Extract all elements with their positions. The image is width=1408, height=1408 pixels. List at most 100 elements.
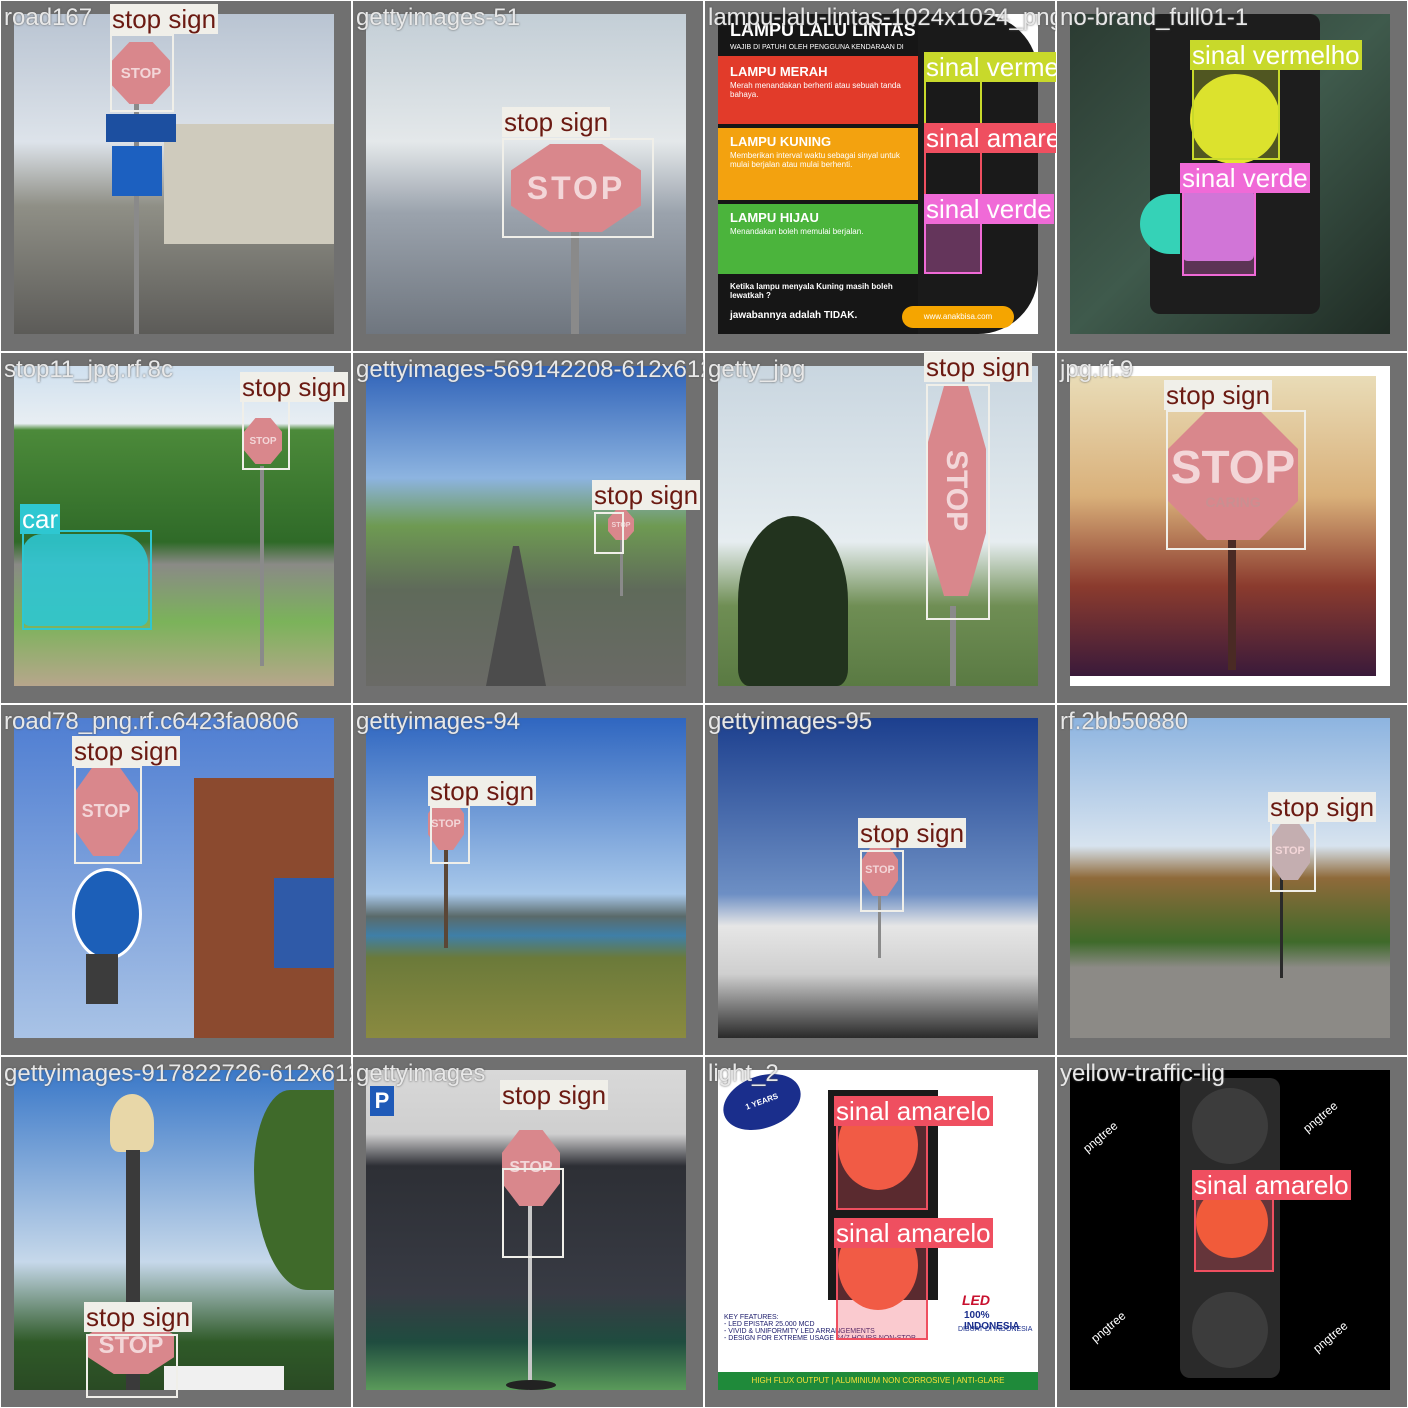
tile-title: road78_png.rf.c6423fa0806 bbox=[4, 708, 299, 735]
tile-title: stop11_jpg.rf.8c bbox=[4, 356, 173, 383]
tile-image: STOP bbox=[14, 14, 334, 334]
poster-url: www.anakbisa.com bbox=[902, 306, 1014, 328]
tile-title: getty_jpg bbox=[708, 356, 806, 383]
bbox-label: stop sign bbox=[858, 818, 967, 848]
bbox-label: stop sign bbox=[500, 1080, 609, 1110]
bottom-light bbox=[1192, 1292, 1268, 1368]
tile-gettyimages-569142208[interactable]: STOP stop sign gettyimages-569142208-612… bbox=[352, 352, 704, 704]
sign-base bbox=[506, 1380, 556, 1390]
bbox-stop-sign bbox=[502, 138, 654, 238]
bbox-sinal-amarelo bbox=[1194, 1192, 1274, 1272]
tile-title: gettyimages bbox=[356, 1060, 486, 1087]
tile-stop11[interactable]: STOP stop sign car stop11_jpg.rf.8c bbox=[0, 352, 352, 704]
bbox-label: stop sign bbox=[84, 1302, 193, 1332]
bbox-stop-sign bbox=[926, 384, 990, 620]
bbox-label: sinal vermelho bbox=[1190, 40, 1362, 70]
tile-stop-caring[interactable]: STOP CARING stop sign jpg.rf.9 bbox=[1056, 352, 1408, 704]
brand-logo: LED bbox=[962, 1292, 990, 1308]
watermark: pngtree bbox=[1300, 1098, 1341, 1136]
sign-plate bbox=[86, 954, 118, 1004]
tile-title: road167 bbox=[4, 4, 93, 31]
bbox-label: stop sign bbox=[428, 776, 537, 806]
bbox-label: sinal amarelo bbox=[1192, 1170, 1351, 1200]
bbox-label: stop sign bbox=[502, 107, 611, 137]
green-section: LAMPU HIJAU Menandakan boleh memulai ber… bbox=[718, 204, 918, 274]
tile-lampu-lalu-lintas[interactable]: LAMPU LALU LINTAS WAJIB DI PATUHI OLEH P… bbox=[704, 0, 1056, 352]
bbox-stop-sign bbox=[74, 766, 142, 864]
top-light bbox=[1192, 1088, 1268, 1164]
arrow-sign bbox=[72, 868, 142, 960]
footer-bar: HIGH FLUX OUTPUT | ALUMINIUM NON CORROSI… bbox=[718, 1372, 1038, 1390]
detection-mosaic: STOP stop sign road167 STOP stop sign ge… bbox=[0, 0, 1408, 1408]
bbox-stop-sign bbox=[86, 1334, 178, 1398]
tile-road167[interactable]: STOP stop sign road167 bbox=[0, 0, 352, 352]
bbox-sinal-verde bbox=[924, 220, 982, 274]
bbox-stop-sign bbox=[860, 850, 904, 912]
tile-gettyimages-51[interactable]: STOP stop sign gettyimages-51 bbox=[352, 0, 704, 352]
bbox-label: stop sign bbox=[110, 4, 219, 34]
tree bbox=[254, 1090, 334, 1290]
tile-title: gettyimages-94 bbox=[356, 708, 521, 735]
bbox-label: stop sign bbox=[72, 736, 181, 766]
tile-image: STOP bbox=[366, 366, 686, 686]
white-house bbox=[164, 1366, 284, 1390]
tile-gettyimages-95[interactable]: STOP stop sign gettyimages-95 bbox=[704, 704, 1056, 1056]
tile-gettyimages-917822726[interactable]: STOP stop sign gettyimages-917822726-612… bbox=[0, 1056, 352, 1408]
bbox-stop-sign bbox=[430, 806, 470, 864]
bbox-car bbox=[22, 530, 152, 630]
tile-image: STOP bbox=[14, 718, 334, 1038]
bbox-label: stop sign bbox=[592, 480, 701, 510]
bbox-label: sinal amarelo bbox=[834, 1096, 993, 1126]
tile-led-traffic-light[interactable]: 1 YEARS WARRANTY KEY FEATURES: - LED EPI… bbox=[704, 1056, 1056, 1408]
tile-yellow-traffic-light[interactable]: pngtree pngtree pngtree pngtree sinal am… bbox=[1056, 1056, 1408, 1408]
bbox-label: stop sign bbox=[1164, 380, 1273, 410]
tile-title: light_2 bbox=[708, 1060, 779, 1087]
tile-gettyimages-94[interactable]: STOP stop sign gettyimages-94 bbox=[352, 704, 704, 1056]
poster-answer: jawabannya adalah TIDAK. bbox=[730, 310, 858, 321]
watermark: pngtree bbox=[1088, 1308, 1129, 1346]
tile-title: lampu-lalu-lintas-1024x1024_png.rf.e0276 bbox=[708, 4, 1056, 31]
tile-title: gettyimages-917822726-612x612 bbox=[4, 1060, 352, 1087]
bbox-stop-sign bbox=[502, 1168, 564, 1258]
tile-getty-stop-sky[interactable]: STOP stop sign getty_jpg bbox=[704, 352, 1056, 704]
yellow-body: Memberikan interval waktu sebagai sinyal… bbox=[730, 151, 900, 169]
bbox-label: sinal amarelo bbox=[834, 1218, 993, 1248]
tile-image: STOP bbox=[718, 366, 1038, 686]
bbox-stop-sign bbox=[110, 34, 174, 112]
bbox-sinal-vermelho bbox=[1192, 68, 1280, 160]
green-body: Menandakan boleh memulai berjalan. bbox=[730, 227, 864, 236]
tile-gettyimages-parking[interactable]: P STOP stop sign gettyimages bbox=[352, 1056, 704, 1408]
bbox-sinal-amarelo bbox=[836, 1116, 928, 1210]
road bbox=[486, 546, 546, 686]
bbox-label: stop sign bbox=[240, 372, 349, 402]
building bbox=[164, 124, 334, 244]
bbox-label: car bbox=[20, 504, 61, 534]
poster-question: Ketika lampu menyala Kuning masih boleh … bbox=[730, 282, 893, 300]
tile-image: STOP bbox=[1070, 718, 1390, 1038]
yellow-section: LAMPU KUNING Memberikan interval waktu s… bbox=[718, 128, 918, 200]
yellow-heading: LAMPU KUNING bbox=[730, 134, 832, 149]
bbox-sinal-verde bbox=[1182, 190, 1256, 276]
tile-no-brand[interactable]: sinal vermelho sinal verde no-brand_full… bbox=[1056, 0, 1408, 352]
arrow-sign bbox=[106, 114, 176, 142]
tile-title: rf.2bb50880 bbox=[1060, 708, 1189, 735]
green-glow bbox=[1140, 194, 1180, 254]
parking-sign: P bbox=[370, 1086, 394, 1116]
tile-title: gettyimages-95 bbox=[708, 708, 873, 735]
banner bbox=[274, 878, 334, 968]
tile-title: jpg.rf.9 bbox=[1060, 356, 1134, 383]
tile-rf-2bb[interactable]: STOP stop sign rf.2bb50880 bbox=[1056, 704, 1408, 1056]
bbox-sinal-amarelo bbox=[836, 1240, 928, 1340]
bbox-stop-sign bbox=[1166, 410, 1306, 550]
bbox-label: sinal verde bbox=[924, 194, 1054, 224]
lamp bbox=[110, 1094, 154, 1152]
tree bbox=[738, 516, 848, 686]
tile-road78[interactable]: STOP stop sign road78_png.rf.c6423fa0806 bbox=[0, 704, 352, 1056]
poster-subtitle: WAJIB DI PATUHI OLEH PENGGUNA KENDARAAN … bbox=[730, 44, 904, 51]
tile-title: gettyimages-569142208-612x612 bbox=[356, 356, 704, 383]
bbox-label: sinal amarelo bbox=[924, 123, 1056, 153]
red-section: LAMPU MERAH Merah menandakan berhenti at… bbox=[718, 56, 918, 124]
red-heading: LAMPU MERAH bbox=[730, 64, 828, 79]
tile-title: gettyimages-51 bbox=[356, 4, 521, 31]
tile-title: yellow-traffic-lig bbox=[1060, 1060, 1225, 1087]
